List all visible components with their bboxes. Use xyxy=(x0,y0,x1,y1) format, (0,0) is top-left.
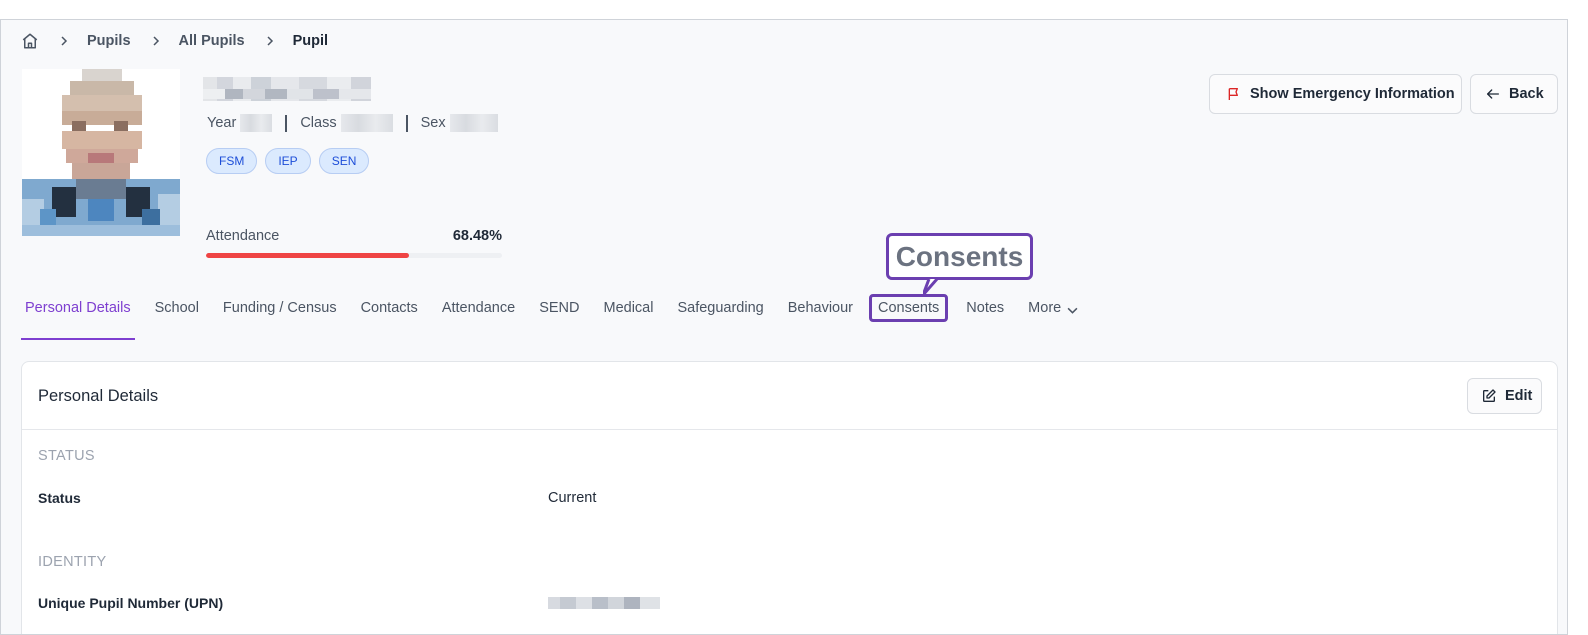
consents-callout: Consents xyxy=(886,233,1033,280)
back-button[interactable]: Back xyxy=(1470,74,1558,114)
pupil-tags: FSM IEP SEN xyxy=(206,148,370,174)
card-header: Personal Details Edit xyxy=(22,362,1557,430)
tab-contacts[interactable]: Contacts xyxy=(357,288,422,340)
meta-divider xyxy=(285,114,288,132)
tab-medical[interactable]: Medical xyxy=(599,288,657,340)
status-value: Current xyxy=(548,490,597,506)
chevron-down-icon xyxy=(1067,305,1078,316)
year-label: Year xyxy=(207,115,237,131)
app-frame: Pupils All Pupils Pupil Year Class Sex F… xyxy=(0,19,1568,635)
flag-icon xyxy=(1226,86,1242,102)
pupil-tabs: Personal Details School Funding / Census… xyxy=(21,288,1082,340)
show-emergency-information-button[interactable]: Show Emergency Information xyxy=(1209,74,1462,114)
tab-attendance[interactable]: Attendance xyxy=(438,288,519,340)
edit-button-label: Edit xyxy=(1505,388,1533,404)
breadcrumb-pupil: Pupil xyxy=(292,33,329,49)
tab-consents-label: Consents xyxy=(869,294,949,322)
year-value-redacted xyxy=(240,114,273,132)
personal-details-card: Personal Details Edit STATUS Status Curr… xyxy=(21,361,1558,634)
status-label: Status xyxy=(38,490,81,506)
attendance-label: Attendance xyxy=(206,228,280,244)
meta-class: Class xyxy=(300,114,393,132)
breadcrumb: Pupils All Pupils Pupil xyxy=(21,32,328,50)
pupil-photo xyxy=(22,69,180,236)
emergency-button-label: Show Emergency Information xyxy=(1250,86,1455,102)
tab-consents[interactable]: Consents xyxy=(869,294,949,322)
upn-label: Unique Pupil Number (UPN) xyxy=(38,595,224,611)
pupil-name-redacted xyxy=(203,77,371,101)
attendance-progress-track xyxy=(206,253,502,258)
edit-button[interactable]: Edit xyxy=(1467,378,1542,414)
pupil-meta: Year Class Sex xyxy=(207,114,498,132)
class-label: Class xyxy=(300,115,337,131)
meta-sex: Sex xyxy=(421,114,498,132)
arrow-left-icon xyxy=(1485,86,1501,102)
class-value-redacted xyxy=(340,114,393,132)
breadcrumb-all-pupils[interactable]: All Pupils xyxy=(179,33,245,49)
attendance-summary: Attendance 68.48% xyxy=(206,228,502,258)
tag-sen: SEN xyxy=(318,148,370,174)
chevron-right-icon xyxy=(59,36,69,46)
sex-value-redacted xyxy=(449,114,498,132)
tab-send[interactable]: SEND xyxy=(535,288,583,340)
tab-school[interactable]: School xyxy=(151,288,203,340)
sex-label: Sex xyxy=(420,115,446,131)
edit-icon xyxy=(1481,388,1497,404)
attendance-progress-fill xyxy=(206,253,409,258)
home-icon[interactable] xyxy=(21,32,39,50)
tab-funding-census[interactable]: Funding / Census xyxy=(219,288,341,340)
tag-iep: IEP xyxy=(265,148,311,174)
upn-value-redacted xyxy=(548,597,660,609)
tab-notes[interactable]: Notes xyxy=(962,288,1008,340)
back-button-label: Back xyxy=(1509,86,1544,102)
attendance-percentage: 68.48% xyxy=(452,228,502,244)
section-status-heading: STATUS xyxy=(38,448,95,464)
tab-personal-details[interactable]: Personal Details xyxy=(21,288,135,340)
tab-more-label: More xyxy=(1028,300,1062,316)
section-identity-heading: IDENTITY xyxy=(38,554,107,570)
breadcrumb-pupils[interactable]: Pupils xyxy=(87,33,131,49)
meta-year: Year xyxy=(207,114,273,132)
chevron-right-icon xyxy=(265,36,275,46)
meta-divider xyxy=(405,114,408,132)
chevron-right-icon xyxy=(151,36,161,46)
tab-safeguarding[interactable]: Safeguarding xyxy=(673,288,767,340)
tag-fsm: FSM xyxy=(206,148,258,174)
tab-more[interactable]: More xyxy=(1024,288,1082,340)
card-title: Personal Details xyxy=(38,387,159,405)
tab-behaviour[interactable]: Behaviour xyxy=(784,288,857,340)
